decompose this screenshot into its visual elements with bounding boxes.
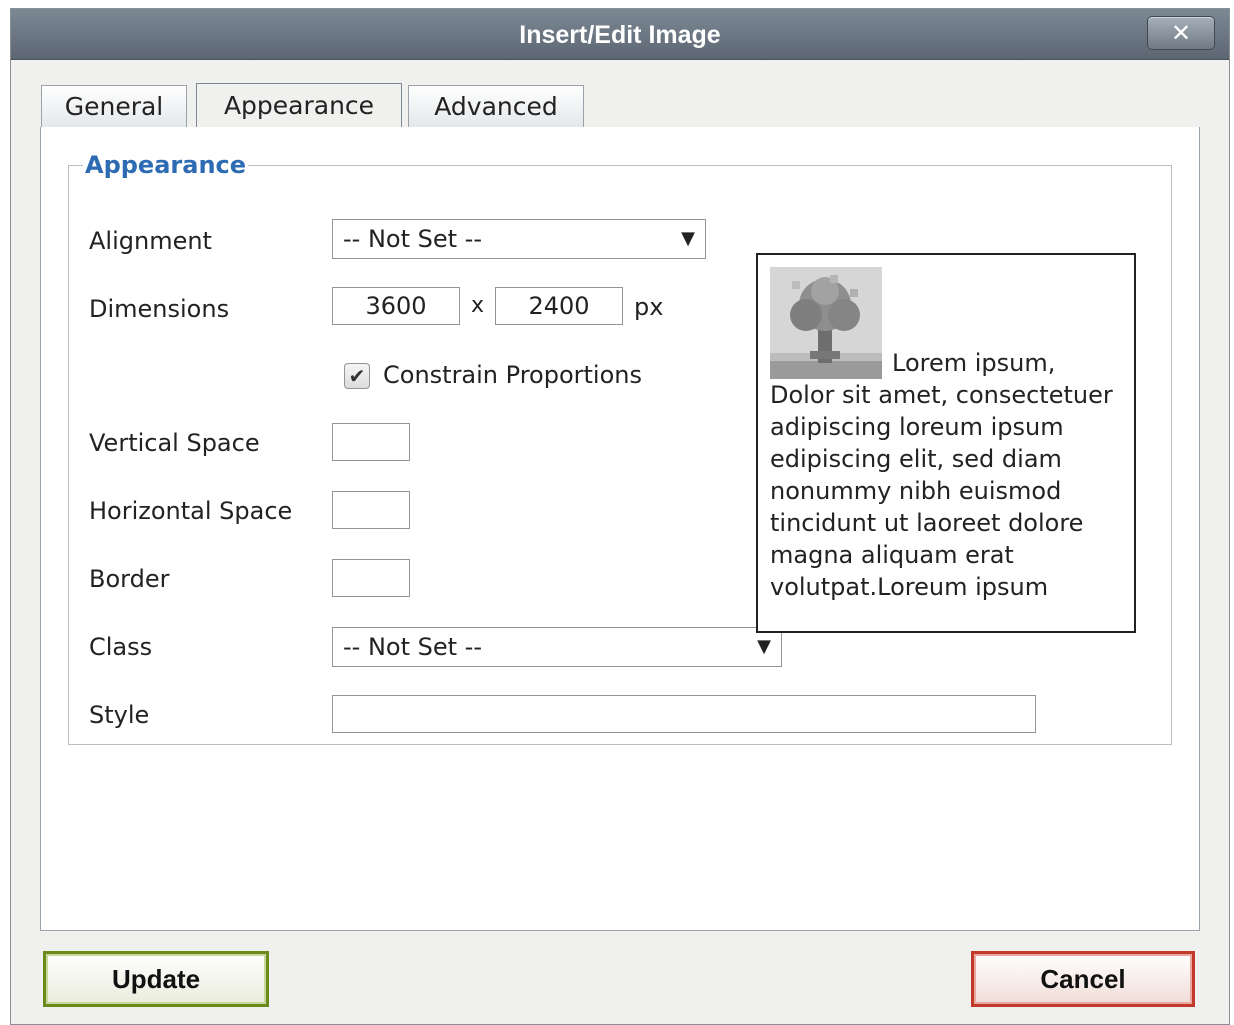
alignment-label: Alignment	[89, 227, 212, 255]
vertical-space-label: Vertical Space	[89, 429, 260, 457]
border-label: Border	[89, 565, 170, 593]
px-unit-label: px	[634, 293, 664, 321]
vertical-space-input[interactable]	[332, 423, 410, 461]
dimension-separator: x	[471, 293, 485, 318]
class-select[interactable]: -- Not Set -- ▼	[332, 627, 782, 667]
checkmark-icon: ✔	[348, 364, 366, 388]
constrain-proportions-checkbox[interactable]: ✔	[344, 363, 370, 389]
appearance-fieldset: Appearance Alignment -- Not Set -- ▼ Dim…	[68, 151, 1172, 745]
class-selected-value: -- Not Set --	[343, 633, 482, 661]
fieldset-legend: Appearance	[85, 151, 247, 179]
dialog-title: Insert/Edit Image	[519, 21, 721, 49]
horizontal-space-input[interactable]	[332, 491, 410, 529]
tree-icon	[770, 267, 882, 379]
horizontal-space-label: Horizontal Space	[89, 497, 293, 525]
close-icon: ✕	[1170, 19, 1192, 47]
tab-appearance[interactable]: Appearance	[196, 83, 402, 129]
border-input[interactable]	[332, 559, 410, 597]
tab-advanced[interactable]: Advanced	[408, 85, 584, 127]
close-button[interactable]: ✕	[1147, 16, 1215, 50]
constrain-proportions-label: Constrain Proportions	[383, 361, 642, 389]
tree-image	[770, 267, 882, 379]
dimensions-label: Dimensions	[89, 295, 230, 323]
cancel-button[interactable]: Cancel	[971, 951, 1195, 1007]
alignment-select[interactable]: -- Not Set -- ▼	[332, 219, 706, 259]
class-label: Class	[89, 633, 153, 661]
update-button[interactable]: Update	[43, 951, 269, 1007]
tab-panel-appearance: Appearance Alignment -- Not Set -- ▼ Dim…	[40, 127, 1200, 931]
dialog-titlebar[interactable]: Insert/Edit Image ✕	[11, 9, 1229, 60]
tab-general[interactable]: General	[41, 85, 187, 127]
style-label: Style	[89, 701, 150, 729]
tab-bar: General Appearance Advanced	[41, 83, 1221, 129]
style-input[interactable]	[332, 695, 1036, 733]
chevron-down-icon: ▼	[757, 636, 771, 657]
image-preview: Lorem ipsum, Dolor sit amet, consectetue…	[756, 253, 1136, 633]
height-input[interactable]: 2400	[495, 287, 623, 325]
chevron-down-icon: ▼	[681, 228, 695, 249]
insert-edit-image-dialog: Insert/Edit Image ✕ General Appearance A…	[10, 8, 1230, 1025]
width-input[interactable]: 3600	[332, 287, 460, 325]
alignment-selected-value: -- Not Set --	[343, 225, 482, 253]
